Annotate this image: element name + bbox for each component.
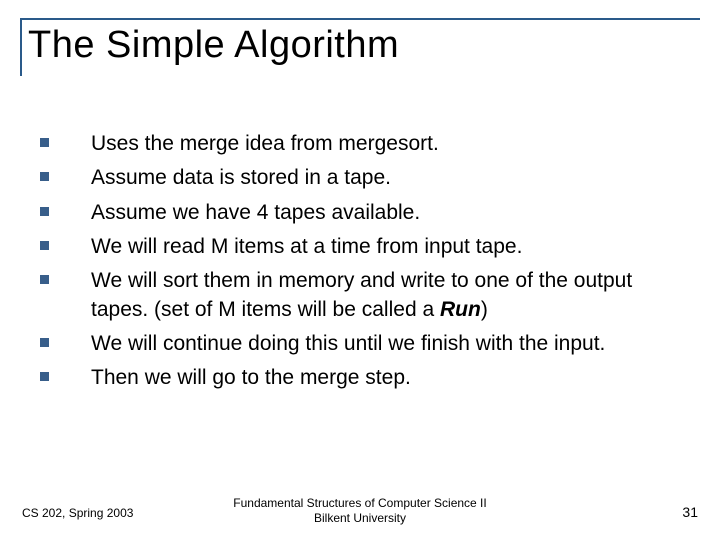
footer-page-number: 31 bbox=[682, 504, 698, 520]
bullet-item: Assume data is stored in a tape. bbox=[40, 164, 690, 192]
square-bullet-icon bbox=[40, 207, 49, 216]
bullet-text: Assume data is stored in a tape. bbox=[91, 164, 690, 192]
bullet-text: Uses the merge idea from mergesort. bbox=[91, 130, 690, 158]
square-bullet-icon bbox=[40, 138, 49, 147]
bullet-item: We will read M items at a time from inpu… bbox=[40, 233, 690, 261]
title-rule-top bbox=[20, 18, 700, 20]
bullet-item: Then we will go to the merge step. bbox=[40, 364, 690, 392]
footer-center: Fundamental Structures of Computer Scien… bbox=[0, 496, 720, 526]
slide-title: The Simple Algorithm bbox=[28, 24, 399, 67]
square-bullet-icon bbox=[40, 338, 49, 347]
bullet-text: Assume we have 4 tapes available. bbox=[91, 199, 690, 227]
bullet-item: Uses the merge idea from mergesort. bbox=[40, 130, 690, 158]
slide-body: Uses the merge idea from mergesort. Assum… bbox=[40, 130, 690, 399]
slide: The Simple Algorithm Uses the merge idea… bbox=[0, 0, 720, 540]
bullet-text: Then we will go to the merge step. bbox=[91, 364, 690, 392]
run-emphasis: Run bbox=[440, 298, 481, 321]
square-bullet-icon bbox=[40, 241, 49, 250]
square-bullet-icon bbox=[40, 275, 49, 284]
footer-center-line2: Bilkent University bbox=[0, 511, 720, 526]
bullet-text: We will sort them in memory and write to… bbox=[91, 267, 690, 324]
square-bullet-icon bbox=[40, 372, 49, 381]
bullet-item: Assume we have 4 tapes available. bbox=[40, 199, 690, 227]
square-bullet-icon bbox=[40, 172, 49, 181]
footer-center-line1: Fundamental Structures of Computer Scien… bbox=[0, 496, 720, 511]
bullet-text: We will continue doing this until we fin… bbox=[91, 330, 690, 358]
bullet-text: We will read M items at a time from inpu… bbox=[91, 233, 690, 261]
bullet-item: We will sort them in memory and write to… bbox=[40, 267, 690, 324]
bullet-item: We will continue doing this until we fin… bbox=[40, 330, 690, 358]
